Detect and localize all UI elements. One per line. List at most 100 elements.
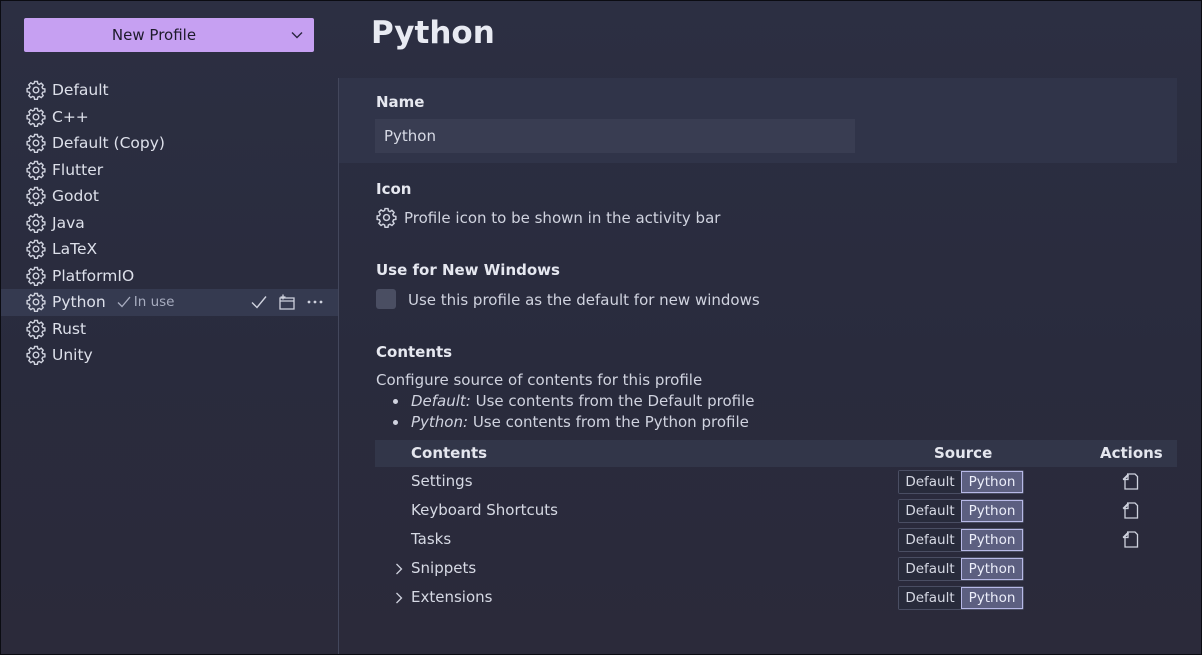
profile-label: Godot [52,187,99,206]
profile-item[interactable]: Java [1,210,339,237]
chevron-right-icon[interactable] [393,562,405,576]
table-row: Tasks Default Python [375,525,1177,554]
gear-icon [26,266,46,286]
profile-item[interactable]: Godot [1,183,339,210]
bullet-python: Python: Use contents from the Python pro… [391,412,754,433]
icon-description: Profile icon to be shown in the activity… [404,208,721,227]
profile-item[interactable]: Default [1,77,339,104]
content-label: Extensions [411,588,493,606]
gear-icon [26,319,46,339]
content-label: Tasks [411,530,452,548]
table-row: Keyboard Shortcuts Default Python [375,496,1177,525]
profile-item[interactable]: Rust [1,316,339,343]
profile-item[interactable]: Unity [1,342,339,369]
source-option-python[interactable]: Python [961,471,1023,493]
profile-label: LaTeX [52,240,98,259]
profile-label: Rust [52,319,87,338]
bullet-term: Default: [411,392,471,410]
gear-icon [26,134,46,154]
column-contents: Contents [411,444,488,462]
gear-icon [26,107,46,127]
profile-label: Default (Copy) [52,134,165,153]
new-window-icon[interactable] [277,293,297,311]
gear-icon [26,160,46,180]
new-profile-button[interactable]: New Profile [24,18,314,52]
gear-icon [26,187,46,207]
gear-icon [26,293,46,313]
source-toggle: Default Python [898,499,1024,523]
column-source: Source [934,444,993,462]
icon-label: Icon [376,180,412,198]
table-body: Settings Default Python Keyboard Shortcuts D… [375,467,1177,612]
table-row: Snippets Default Python [375,554,1177,583]
profile-label: PlatformIO [52,266,135,285]
more-icon[interactable] [305,293,325,311]
profile-label: Flutter [52,160,104,179]
in-use-status: In use [116,294,175,311]
source-option-python[interactable]: Python [961,587,1023,609]
check-icon[interactable] [249,293,269,311]
column-actions: Actions [1100,444,1163,462]
icon-row: Profile icon to be shown in the activity… [376,207,720,228]
gear-icon [26,81,46,101]
profile-item[interactable]: Python In use [1,289,339,316]
use-for-new-windows-checkbox[interactable] [376,289,396,309]
profiles-sidebar: New Profile Default C++ Default (Copy) Flut… [1,1,339,654]
source-option-default[interactable]: Default [899,558,961,580]
name-label: Name [376,93,425,111]
profile-item[interactable]: Flutter [1,157,339,184]
source-option-default[interactable]: Default [899,500,961,522]
profile-label: Unity [52,346,93,365]
profile-label: Python [52,293,106,312]
profile-label: Default [52,81,109,100]
contents-label: Contents [376,343,453,361]
contents-bullets: Default: Use contents from the Default p… [391,391,754,433]
content-label: Keyboard Shortcuts [411,501,558,519]
sash-divider[interactable] [338,78,339,654]
open-file-icon[interactable] [1121,472,1139,491]
open-file-icon[interactable] [1121,501,1139,520]
profile-item[interactable]: C++ [1,104,339,131]
new-windows-label: Use for New Windows [376,261,560,279]
profile-label: C++ [52,107,89,126]
contents-description: Configure source of contents for this pr… [376,371,703,389]
gear-icon [26,346,46,366]
source-toggle: Default Python [898,528,1024,552]
profile-list: Default C++ Default (Copy) Flutter Godot Java… [1,77,339,369]
open-file-icon[interactable] [1121,530,1139,549]
gear-icon [26,240,46,260]
check-icon [117,296,131,308]
bullet-term: Python: [411,413,469,431]
profile-name-input[interactable] [375,119,855,153]
gear-icon [26,213,46,233]
status-text: In use [133,294,175,311]
bullet-default: Default: Use contents from the Default p… [391,391,754,412]
profile-item[interactable]: Default (Copy) [1,130,339,157]
source-option-default[interactable]: Default [899,471,961,493]
source-toggle: Default Python [898,586,1024,610]
bullet-text: Use contents from the Python profile [468,413,749,431]
table-row: Extensions Default Python [375,583,1177,612]
table-row: Settings Default Python [375,467,1177,496]
contents-table: Contents Source Actions Settings Default P… [375,440,1177,612]
profiles-editor: New Profile Default C++ Default (Copy) Flut… [0,0,1202,655]
content-label: Settings [411,472,473,490]
profile-actions [249,293,325,311]
new-profile-label: New Profile [111,26,197,44]
source-option-default[interactable]: Default [899,529,961,551]
profile-label: Java [52,213,85,232]
source-option-python[interactable]: Python [961,500,1023,522]
table-header: Contents Source Actions [375,440,1177,467]
bullet-text: Use contents from the Default profile [470,392,755,410]
source-option-default[interactable]: Default [899,587,961,609]
gear-icon[interactable] [376,207,397,228]
source-toggle: Default Python [898,470,1024,494]
chevron-down-icon[interactable] [290,28,304,42]
chevron-right-icon[interactable] [393,591,405,605]
page-title: Python [371,15,495,51]
profile-item[interactable]: LaTeX [1,236,339,263]
source-toggle: Default Python [898,557,1024,581]
source-option-python[interactable]: Python [961,529,1023,551]
profile-item[interactable]: PlatformIO [1,263,339,290]
source-option-python[interactable]: Python [961,558,1023,580]
